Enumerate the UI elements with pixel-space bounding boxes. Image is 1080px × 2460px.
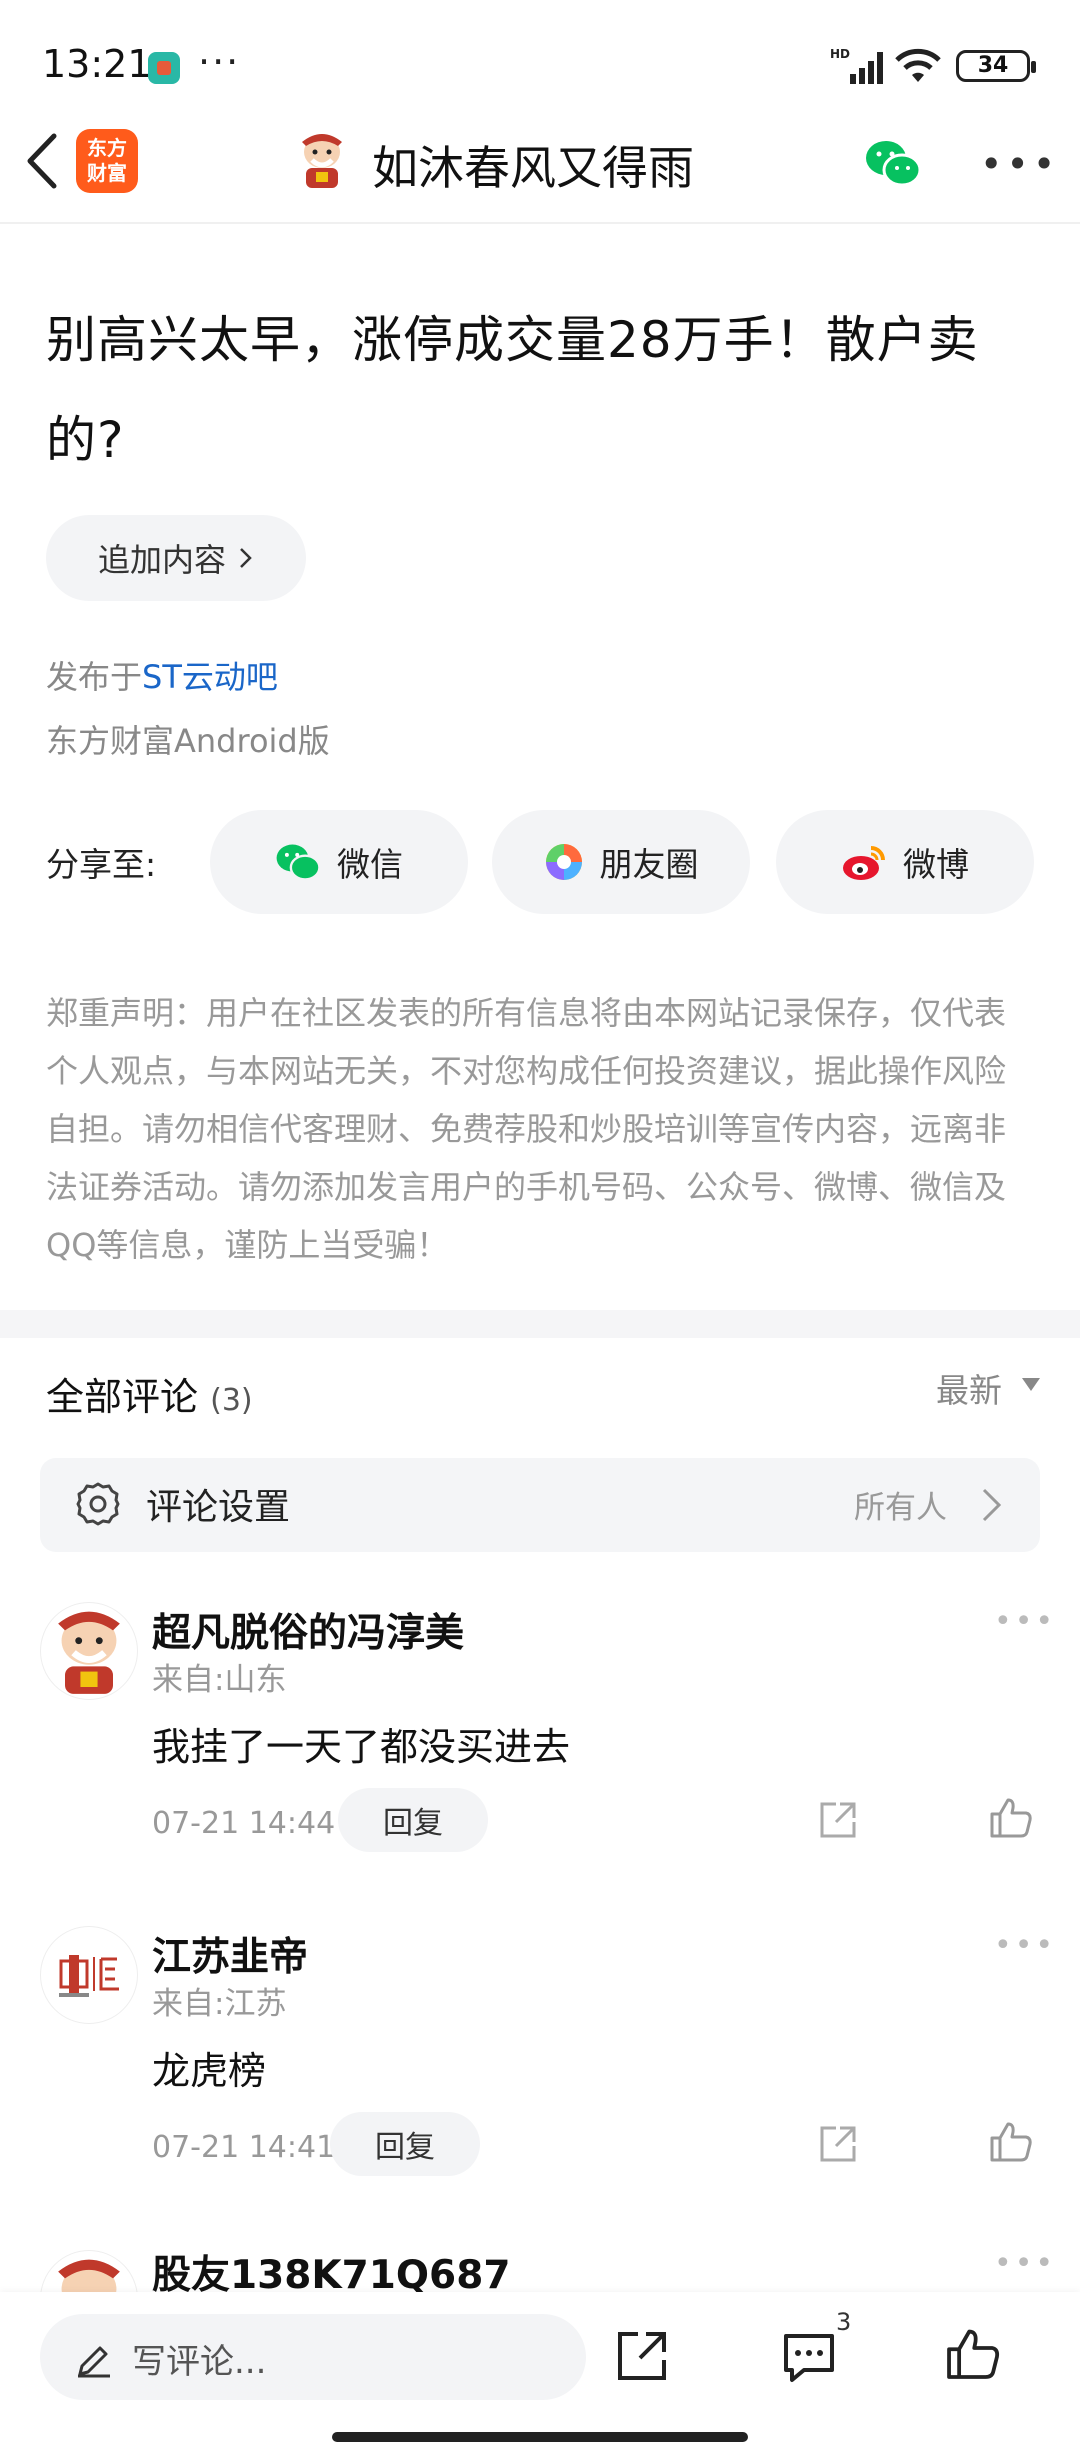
share-icon[interactable] (816, 2122, 860, 2166)
battery-indicator: 34 (956, 50, 1036, 82)
more-notifications-icon: ··· (198, 40, 241, 84)
weibo-icon (843, 846, 885, 880)
share-icon[interactable] (614, 2328, 670, 2384)
app-notification-icon (148, 52, 180, 84)
comment-count-badge: 3 (836, 2308, 852, 2336)
author-avatar[interactable] (296, 132, 348, 188)
disclaimer-text: 郑重声明：用户在社区发表的所有信息将由本网站记录保存，仅代表个人观点，与本网站无… (46, 994, 1007, 1264)
write-comment-input[interactable]: 写评论... (40, 2314, 586, 2400)
commenter-location: 来自:山东 (152, 1662, 287, 1698)
comment-settings-label: 评论设置 (146, 1487, 291, 1528)
share-label: 分享至: (46, 845, 157, 884)
app-logo[interactable]: 东方 财富 (76, 129, 138, 193)
comment-more-icon[interactable]: ••• (994, 1928, 1056, 1963)
comment-time: 07-21 14:41 (152, 2130, 336, 2165)
signal-icon: HD (830, 47, 883, 84)
commenter-name[interactable]: 江苏韭帝 (152, 1926, 308, 1982)
post-title: 别高兴太早，涨停成交量28万手！散户卖的? (46, 311, 979, 469)
like-icon[interactable] (988, 1794, 1034, 1840)
bar-link[interactable]: ST云动吧 (142, 658, 278, 696)
commenter-name[interactable]: 股友138K71Q687 (152, 2244, 510, 2292)
add-content-button[interactable]: 追加内容 (46, 515, 306, 601)
posted-in: 发布于ST云动吧 (46, 658, 278, 696)
comment-settings-row[interactable]: 评论设置 所有人 (40, 1458, 1040, 1552)
dropdown-triangle-icon[interactable] (1022, 1378, 1040, 1391)
comment-settings-value: 所有人 (854, 1490, 947, 1526)
sort-dropdown[interactable]: 最新 (936, 1364, 1002, 1412)
comment-more-icon[interactable]: ••• (994, 2246, 1056, 2281)
status-bar: 13:21 ··· HD 34 (0, 0, 1080, 110)
gear-icon (76, 1482, 120, 1526)
header-divider (0, 222, 1080, 224)
comment-text: 龙虎榜 (152, 2049, 267, 2093)
write-comment-placeholder: 写评论... (132, 2342, 267, 2382)
post-client: 东方财富Android版 (46, 722, 330, 760)
status-time: 13:21 (42, 42, 152, 86)
moments-icon (545, 844, 582, 880)
reply-button[interactable]: 回复 (330, 2112, 480, 2176)
share-moments-button[interactable]: 朋友圈 (492, 810, 750, 914)
bottom-bar: 写评论... 3 (0, 2292, 1080, 2460)
share-icon[interactable] (816, 1798, 860, 1842)
chevron-right-icon (982, 1488, 1002, 1522)
wechat-share-icon[interactable] (864, 138, 922, 188)
home-indicator[interactable] (332, 2432, 748, 2442)
share-wechat-button[interactable]: 微信 (210, 810, 468, 914)
commenter-avatar[interactable] (40, 2250, 138, 2292)
comment-item: 江苏韭帝 来自:江苏 ••• 龙虎榜 07-21 14:41 回复 (0, 1914, 1080, 2194)
comments-count: (3) (210, 1383, 253, 1418)
comment-time: 07-21 14:44 (152, 1806, 336, 1841)
back-arrow-icon[interactable] (22, 130, 62, 192)
like-icon[interactable] (944, 2324, 1002, 2382)
reply-button[interactable]: 回复 (338, 1788, 488, 1852)
share-weibo-button[interactable]: 微博 (776, 810, 1034, 914)
commenter-avatar[interactable] (40, 1926, 138, 2024)
more-options-icon[interactable]: ••• (980, 142, 1059, 186)
comment-item: 超凡脱俗的冯淳美 来自:山东 ••• 我挂了一天了都没买进去 07-21 14:… (0, 1590, 1080, 1870)
comments-title: 全部评论 (3) (46, 1375, 253, 1419)
comment-more-icon[interactable]: ••• (994, 1604, 1056, 1639)
wechat-icon (276, 844, 321, 881)
commenter-name[interactable]: 超凡脱俗的冯淳美 (152, 1602, 464, 1658)
wifi-icon (895, 48, 941, 82)
commenter-location: 来自:江苏 (152, 1986, 287, 2022)
commenter-avatar[interactable] (40, 1602, 138, 1700)
comment-text: 我挂了一天了都没买进去 (152, 1725, 571, 1769)
section-separator (0, 1310, 1080, 1338)
chevron-right-icon (240, 548, 252, 568)
like-icon[interactable] (988, 2118, 1034, 2164)
pencil-icon (78, 2346, 110, 2378)
author-name[interactable]: 如沐春风又得雨 (372, 132, 694, 198)
svg-text:HD: HD (830, 47, 850, 61)
comment-icon[interactable] (780, 2328, 838, 2386)
comment-item: 股友138K71Q687 ••• (0, 2238, 1080, 2292)
